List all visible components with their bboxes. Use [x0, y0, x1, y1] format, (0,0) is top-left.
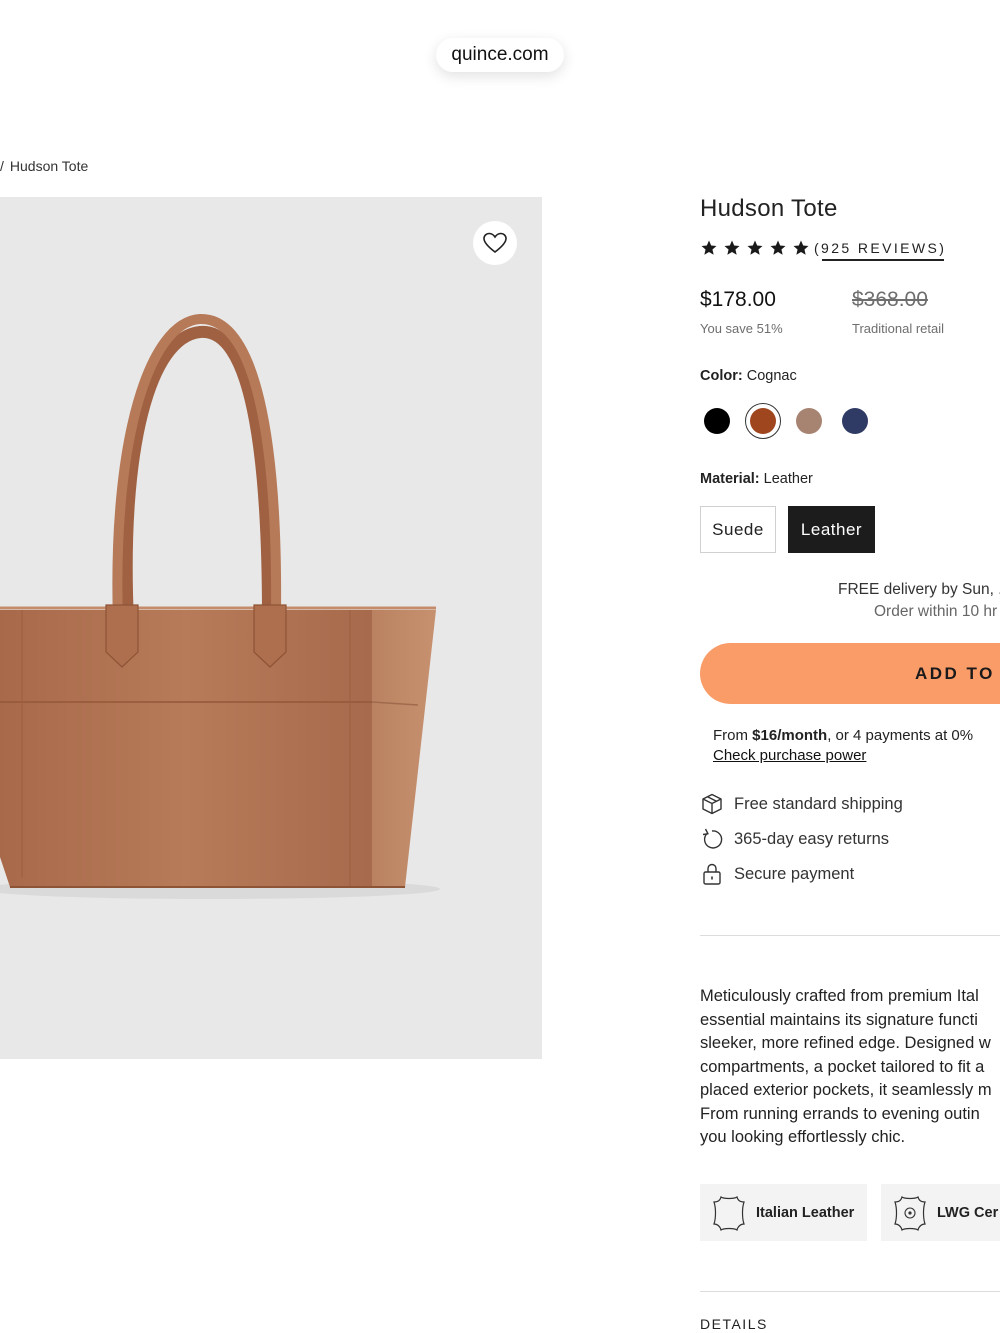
retail-price: $368.00	[852, 288, 928, 311]
tote-bag-image	[0, 313, 440, 899]
reviews-underline	[822, 259, 944, 261]
financing-amount: $16/month	[752, 727, 828, 744]
retail-label: Traditional retail	[852, 321, 945, 336]
lwg-certified-icon	[894, 1195, 926, 1231]
material-leather-button[interactable]: Leather	[788, 506, 875, 553]
check-purchase-power-link[interactable]: Check purchase power	[713, 747, 866, 764]
box-icon	[702, 793, 722, 815]
star-icon	[747, 240, 763, 255]
description-line: From running errands to evening outin	[700, 1104, 980, 1123]
material-label: Material: Leather	[700, 471, 813, 487]
order-within-text: Order within 10 hr	[874, 603, 998, 620]
breadcrumb-current: Hudson Tote	[9, 158, 89, 174]
color-swatches	[704, 403, 868, 439]
financing-rest: , or 4 payments at 0%	[827, 727, 974, 744]
perk-returns: 365-day easy returns	[700, 827, 889, 851]
star-icon	[793, 240, 809, 255]
add-to-bag-label: ADD TO B	[915, 664, 1000, 683]
sale-price: $178.00	[700, 288, 776, 311]
badge-italian-leather-label: Italian Leather	[756, 1204, 855, 1221]
star-icon	[770, 240, 786, 255]
description-line: Meticulously crafted from premium Ital	[700, 987, 979, 1005]
product-image[interactable]	[0, 197, 542, 1059]
return-arrow-icon	[702, 828, 723, 849]
perk-secure: Secure payment	[700, 862, 854, 886]
product-description: Meticulously crafted from premium Ital e…	[700, 985, 1000, 1150]
star-icon	[724, 240, 740, 255]
product-title: Hudson Tote	[700, 195, 838, 222]
material-suede-button[interactable]: Suede	[700, 506, 776, 553]
reviews-link[interactable]: (925 REVIEWS)	[814, 240, 946, 256]
perk-returns-label: 365-day easy returns	[734, 829, 890, 848]
color-label-value: Cognac	[746, 368, 797, 384]
leather-hide-icon	[713, 1195, 745, 1231]
perk-secure-label: Secure payment	[734, 864, 855, 883]
add-to-bag-button[interactable]: ADD TO B	[700, 643, 1000, 704]
badge-lwg: LWG Cer	[881, 1184, 1000, 1241]
swatch-taupe[interactable]	[796, 408, 822, 434]
perk-shipping: Free standard shipping	[700, 792, 903, 816]
details-heading[interactable]: DETAILS	[700, 1316, 768, 1332]
badge-italian-leather: Italian Leather	[700, 1184, 867, 1241]
color-label: Color: Cognac	[700, 368, 797, 384]
swatch-navy[interactable]	[842, 408, 868, 434]
star-rating	[700, 239, 810, 257]
heart-icon	[483, 232, 507, 254]
swatch-black[interactable]	[704, 408, 730, 434]
section-divider	[700, 1291, 1000, 1292]
section-divider	[700, 935, 1000, 936]
financing-prefix: From	[713, 727, 753, 744]
financing-text: From $16/month, or 4 payments at 0%	[713, 727, 973, 744]
description-line: you looking effortlessly chic.	[700, 1128, 906, 1146]
description-line: compartments, a pocket tailored to fit a	[700, 1057, 985, 1076]
star-icon	[701, 240, 717, 255]
material-label-key: Material:	[700, 471, 760, 487]
perk-shipping-label: Free standard shipping	[734, 794, 903, 813]
url-bar[interactable]: quince.com	[436, 38, 564, 72]
swatch-cognac-selected[interactable]	[745, 403, 781, 439]
description-line: sleeker, more refined edge. Designed w	[700, 1034, 991, 1052]
breadcrumb-separator: /	[0, 158, 4, 174]
badge-lwg-label: LWG Cer	[937, 1204, 999, 1221]
description-line: essential maintains its signature functi	[700, 1010, 978, 1029]
wishlist-button[interactable]	[473, 221, 517, 265]
swatch-cognac[interactable]	[750, 408, 776, 434]
description-line: placed exterior pockets, it seamlessly m	[700, 1081, 992, 1099]
breadcrumb: / Hudson Tote	[0, 158, 88, 174]
lock-icon	[703, 863, 721, 885]
material-label-value: Leather	[763, 471, 813, 487]
delivery-text: FREE delivery by Sun, .	[838, 581, 1000, 598]
savings-text: You save 51%	[700, 321, 783, 336]
color-label-key: Color:	[700, 368, 743, 384]
